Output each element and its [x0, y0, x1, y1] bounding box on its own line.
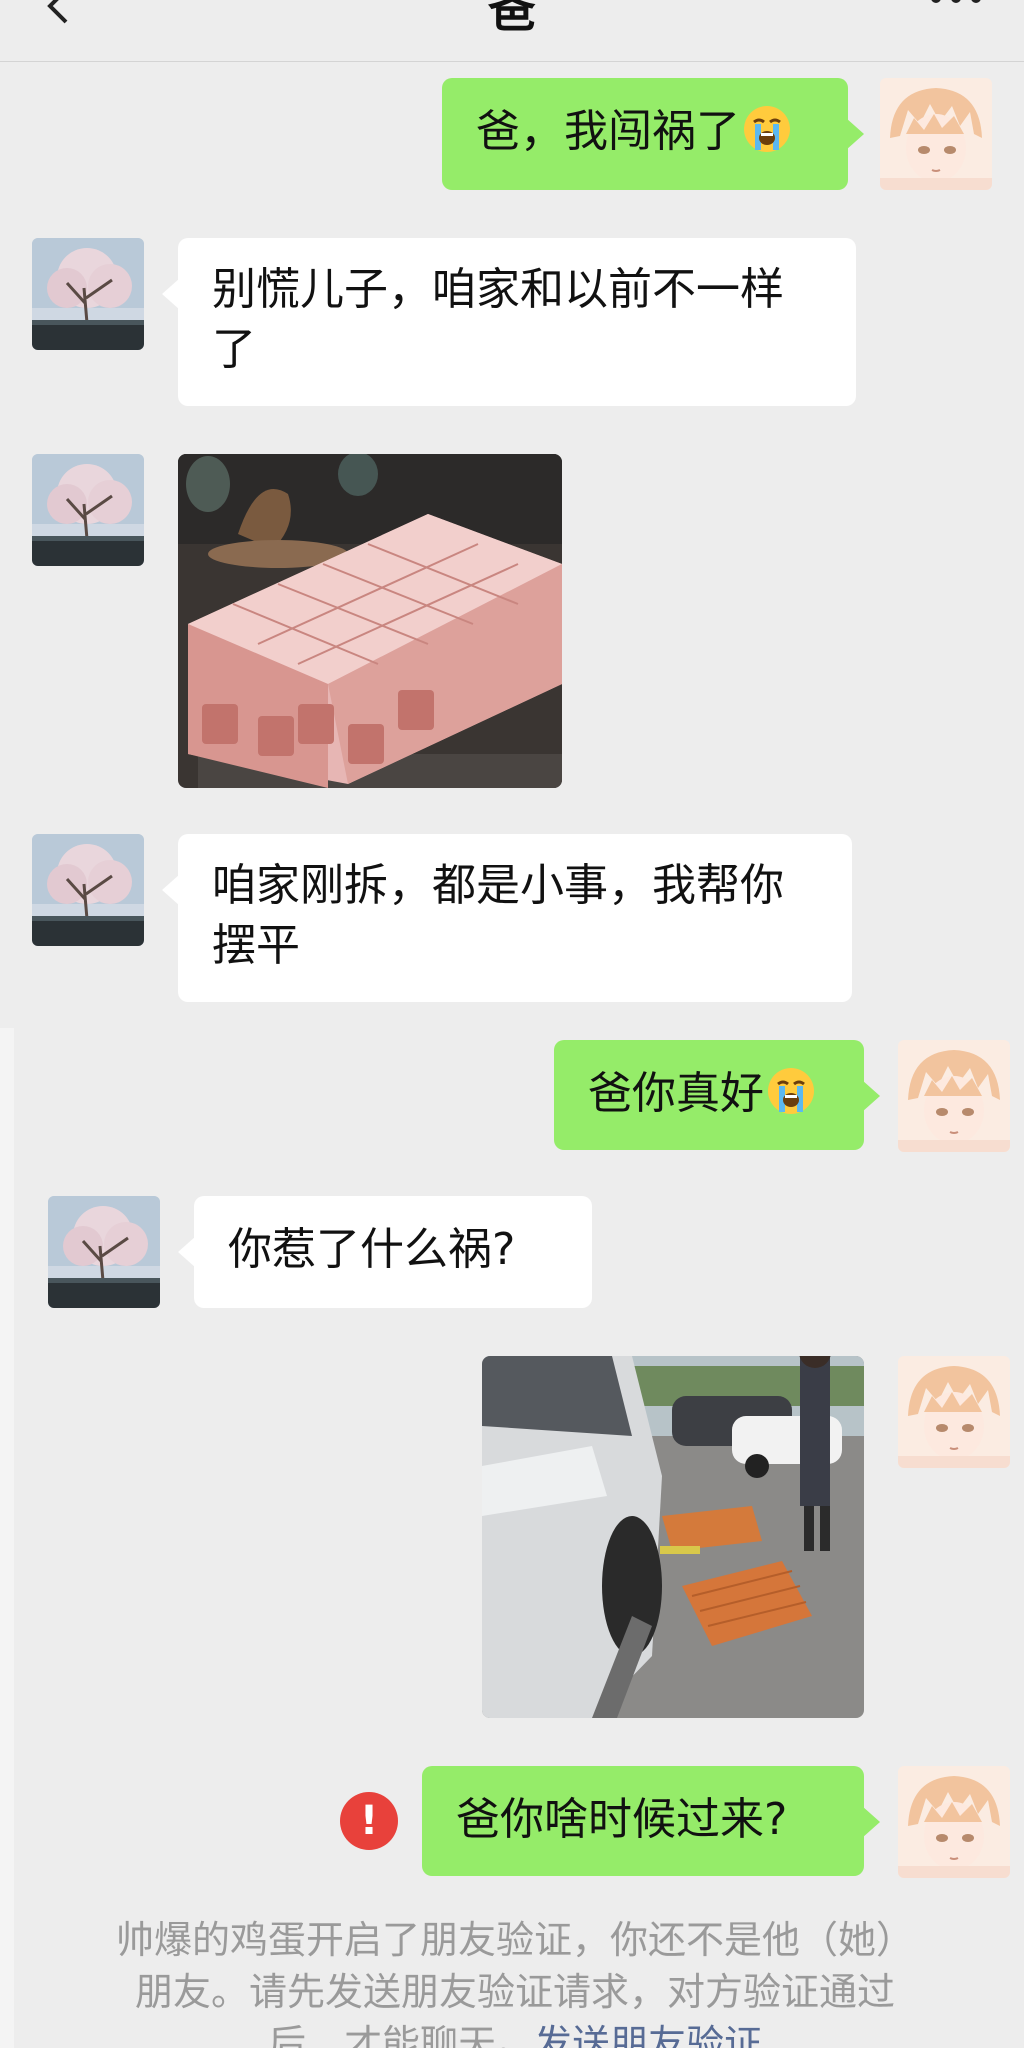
- self-avatar[interactable]: [898, 1040, 1010, 1152]
- screenshot-seam: [0, 1028, 14, 2048]
- message-bubble-contact[interactable]: 别慌儿子，咱家和以前不一样了: [162, 238, 856, 406]
- ellipsis-icon[interactable]: [928, 0, 984, 16]
- contact-avatar[interactable]: [32, 454, 144, 566]
- crying-emoji-icon: [742, 104, 792, 154]
- contact-avatar[interactable]: [32, 238, 144, 350]
- contact-avatar[interactable]: [32, 834, 144, 946]
- self-avatar[interactable]: [880, 78, 992, 190]
- message-text: 咱家刚拆，都是小事，我帮你摆平: [212, 860, 784, 971]
- crying-emoji-icon: [766, 1066, 816, 1116]
- message-bubble-contact[interactable]: 你惹了什么祸?: [178, 1196, 592, 1308]
- message-bubble-contact[interactable]: 咱家刚拆，都是小事，我帮你摆平: [162, 834, 852, 1002]
- notice-text: 帅爆的鸡蛋开启了朋友验证，你还不是他（她）朋友。请先发送朋友验证请求，对方验证通…: [115, 1918, 914, 2048]
- friend-verification-notice: 帅爆的鸡蛋开启了朋友验证，你还不是他（她）朋友。请先发送朋友验证请求，对方验证通…: [100, 1914, 930, 2048]
- message-bubble-self[interactable]: 爸，我闯祸了: [442, 78, 864, 190]
- contact-avatar[interactable]: [48, 1196, 160, 1308]
- money-stacks-photo[interactable]: [178, 454, 562, 788]
- chat-title: 爸: [487, 0, 536, 38]
- message-text: 你惹了什么祸?: [228, 1224, 516, 1275]
- car-accident-photo[interactable]: [482, 1356, 864, 1718]
- send-friend-request-link[interactable]: 发送朋友验证: [534, 2022, 762, 2048]
- message-bubble-self[interactable]: 爸你真好: [554, 1040, 880, 1150]
- send-failed-icon[interactable]: !: [340, 1792, 398, 1850]
- message-text: 爸你真好: [588, 1068, 764, 1119]
- message-text: 爸，我闯祸了: [476, 106, 740, 157]
- message-text: 别慌儿子，咱家和以前不一样了: [212, 264, 784, 375]
- chat-header: 爸: [0, 0, 1024, 62]
- self-avatar[interactable]: [898, 1356, 1010, 1468]
- self-avatar[interactable]: [898, 1766, 1010, 1878]
- message-bubble-self[interactable]: 爸你啥时候过来?: [422, 1766, 880, 1876]
- message-text: 爸你啥时候过来?: [456, 1794, 788, 1845]
